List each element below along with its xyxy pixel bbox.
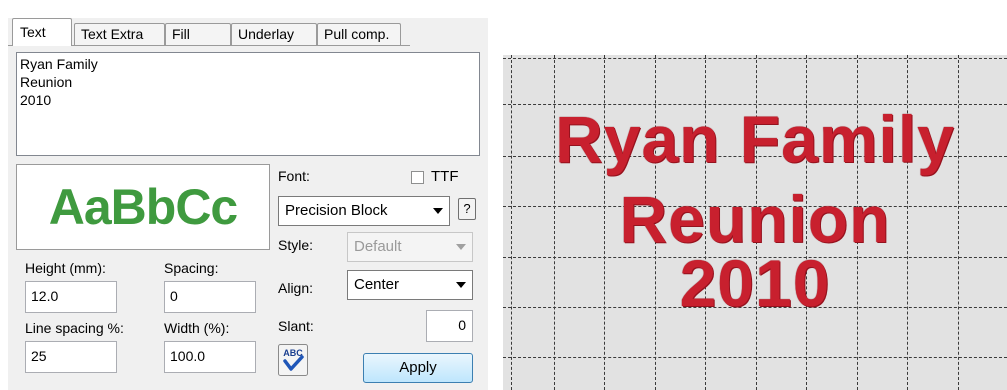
- style-select-value: Default: [354, 238, 402, 255]
- apply-button[interactable]: Apply: [363, 353, 473, 383]
- spellcheck-button[interactable]: ABC: [278, 344, 308, 376]
- embroidery-line-1: Ryan Family: [555, 102, 955, 176]
- text-input-area[interactable]: Ryan Family Reunion 2010: [16, 52, 480, 156]
- font-sample-preview: AaBbCc: [16, 164, 270, 250]
- embroidery-line-2: Reunion: [619, 182, 891, 256]
- spacing-label: Spacing:: [164, 260, 219, 276]
- spacing-input[interactable]: 0: [164, 281, 256, 313]
- embroidery-line-3: 2010: [679, 246, 831, 320]
- width-input[interactable]: 100.0: [164, 341, 256, 373]
- spellcheck-icon: ABC: [278, 344, 308, 376]
- text-properties-panel: Text Text Extra Fill Underlay Pull comp.…: [8, 18, 488, 390]
- font-select-value: Precision Block: [285, 202, 388, 219]
- style-label: Style:: [278, 237, 314, 253]
- chevron-down-icon: [456, 282, 466, 288]
- font-label: Font:: [278, 168, 310, 184]
- style-select[interactable]: Default: [347, 232, 473, 262]
- tab-fill[interactable]: Fill: [165, 23, 231, 45]
- tab-underlay[interactable]: Underlay: [231, 23, 317, 45]
- slant-label: Slant:: [278, 318, 314, 334]
- grid-line: [503, 357, 1007, 358]
- grid-line: [503, 58, 1007, 59]
- line-spacing-input[interactable]: 25: [25, 341, 117, 373]
- tab-text[interactable]: Text: [12, 18, 72, 46]
- height-label: Height (mm):: [25, 260, 106, 276]
- font-help-button[interactable]: ?: [458, 198, 476, 220]
- ttf-label: TTF: [431, 168, 459, 185]
- width-label: Width (%):: [164, 320, 230, 336]
- chevron-down-icon: [456, 244, 466, 250]
- font-select[interactable]: Precision Block: [278, 196, 450, 226]
- align-label: Align:: [278, 280, 314, 296]
- tab-text-extra[interactable]: Text Extra: [74, 23, 165, 45]
- align-select[interactable]: Center: [347, 270, 473, 300]
- design-canvas[interactable]: Ryan Family Reunion 2010: [503, 55, 1007, 390]
- chevron-down-icon: [433, 208, 443, 214]
- slant-input[interactable]: 0: [426, 310, 473, 342]
- line-spacing-label: Line spacing %:: [25, 320, 124, 336]
- height-input[interactable]: 12.0: [25, 281, 117, 313]
- tab-pull-comp[interactable]: Pull comp.: [317, 23, 401, 45]
- align-select-value: Center: [354, 276, 400, 293]
- ttf-checkbox[interactable]: [411, 171, 424, 184]
